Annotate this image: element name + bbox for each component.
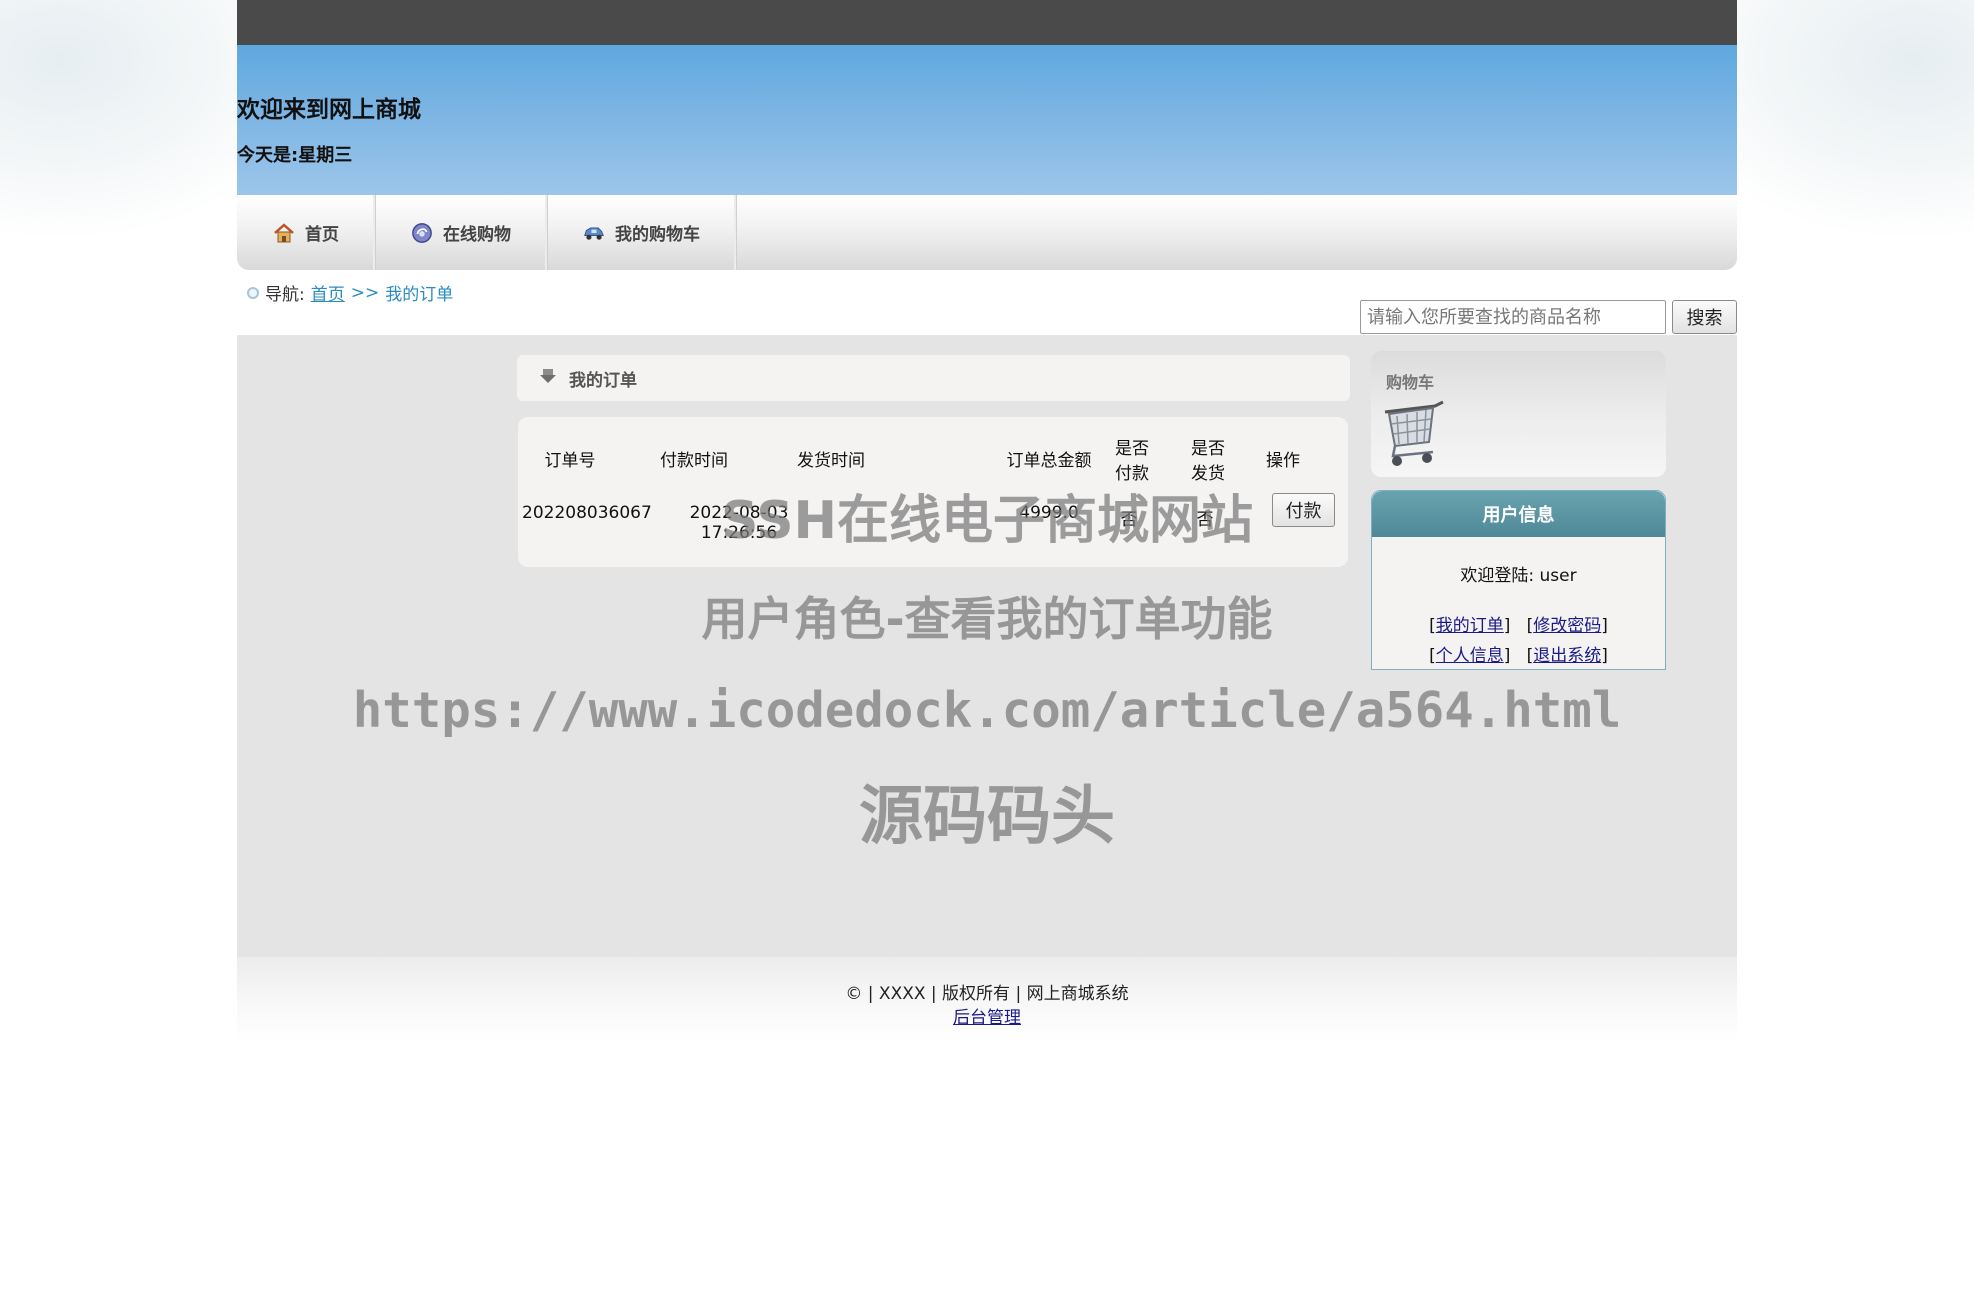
- site-welcome-title: 欢迎来到网上商城: [237, 97, 421, 123]
- main-content: 我的订单 订单号 付款时间 发货时间 订单总金额 是否付款 是否发货 操作 20…: [237, 335, 1737, 957]
- cell-paid: 否: [1120, 510, 1138, 530]
- nav-item-home[interactable]: 首页: [237, 195, 375, 270]
- cart-widget-title: 购物车: [1386, 373, 1435, 392]
- change-password-link[interactable]: 修改密码: [1533, 616, 1601, 636]
- shopping-cart-icon[interactable]: [1383, 398, 1447, 475]
- search-input[interactable]: [1360, 300, 1666, 334]
- user-links-row-2: [个人信息] [退出系统]: [1429, 646, 1608, 666]
- cell-pay-time: 2022-08-03 17:26:56: [689, 503, 789, 543]
- top-bar: [237, 0, 1737, 45]
- orders-panel-header: 我的订单: [517, 355, 1350, 401]
- logout-link[interactable]: 退出系统: [1533, 646, 1601, 666]
- arrow-down-icon: [539, 367, 557, 390]
- today-weekday: 今天是:星期三: [237, 145, 353, 166]
- cart-widget[interactable]: 购物车: [1371, 351, 1666, 477]
- search-bar: 搜索: [1360, 300, 1737, 334]
- breadcrumb-current: 我的订单: [385, 285, 454, 305]
- cell-shipped: 否: [1196, 510, 1214, 530]
- header-banner: 欢迎来到网上商城 今天是:星期三: [237, 45, 1737, 195]
- column-header-order-no: 订单号: [544, 451, 596, 471]
- orders-table-box: 订单号 付款时间 发货时间 订单总金额 是否付款 是否发货 操作 2022080…: [518, 417, 1348, 567]
- pay-button[interactable]: 付款: [1272, 493, 1335, 527]
- user-greeting: 欢迎登陆: user: [1460, 566, 1577, 586]
- orders-panel-title: 我的订单: [569, 370, 637, 391]
- column-header-shipped: 是否发货: [1191, 439, 1225, 484]
- nav-item-label: 我的购物车: [615, 225, 700, 245]
- cell-total: 4999.0: [1019, 503, 1079, 523]
- search-button[interactable]: 搜索: [1672, 300, 1737, 334]
- shopping-icon: [411, 222, 433, 244]
- nav-item-label: 首页: [305, 225, 339, 245]
- nav-item-shopping[interactable]: 在线购物: [375, 195, 547, 270]
- cell-order-no: 202208036067: [522, 503, 652, 523]
- breadcrumb-prefix: 导航:: [265, 285, 305, 305]
- nav-item-label: 在线购物: [443, 225, 511, 245]
- column-header-pay-time: 付款时间: [660, 451, 728, 471]
- admin-link[interactable]: 后台管理: [953, 1008, 1021, 1028]
- home-icon: [273, 222, 295, 244]
- page-container: 欢迎来到网上商城 今天是:星期三 首页 在线购物 我的购物车 导航: 首页 >>…: [237, 0, 1737, 1042]
- column-header-action: 操作: [1266, 451, 1300, 471]
- column-header-total: 订单总金额: [1006, 451, 1092, 471]
- footer-copyright: © | XXXX | 版权所有 | 网上商城系统: [845, 984, 1129, 1004]
- my-orders-link[interactable]: 我的订单: [1436, 616, 1504, 636]
- breadcrumb-home-link[interactable]: 首页: [311, 280, 345, 305]
- footer: © | XXXX | 版权所有 | 网上商城系统 后台管理: [237, 957, 1737, 1042]
- column-header-ship-time: 发货时间: [797, 451, 865, 471]
- breadcrumb-separator: >>: [350, 282, 380, 303]
- car-icon: [583, 222, 605, 244]
- column-header-paid: 是否付款: [1115, 439, 1149, 484]
- breadcrumb: 导航: 首页 >> 我的订单: [247, 280, 453, 305]
- user-info-widget: 用户信息 欢迎登陆: user [我的订单] [修改密码] [个人信息] [退出…: [1371, 490, 1666, 670]
- nav-item-cart[interactable]: 我的购物车: [547, 195, 736, 270]
- user-links-row-1: [我的订单] [修改密码]: [1429, 616, 1608, 636]
- bullet-icon: [247, 286, 259, 299]
- user-info-title: 用户信息: [1372, 491, 1665, 537]
- main-nav: 首页 在线购物 我的购物车: [237, 195, 1737, 270]
- profile-link[interactable]: 个人信息: [1436, 646, 1504, 666]
